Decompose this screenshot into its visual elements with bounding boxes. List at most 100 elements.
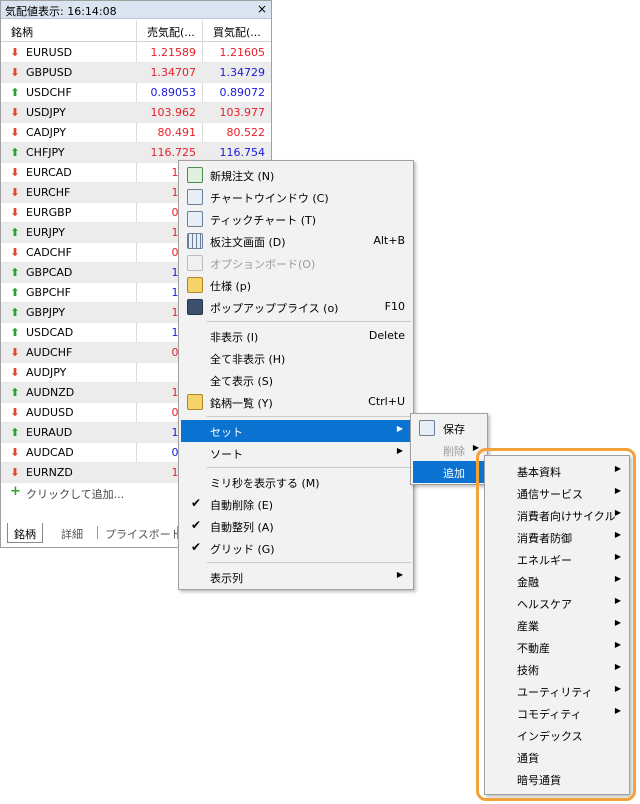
ask-price: 1.21605 bbox=[219, 46, 266, 59]
menu-item-label: 技術 bbox=[517, 664, 539, 677]
menu-item-12[interactable]: ソート ▶ bbox=[181, 442, 411, 464]
table-row[interactable]: ⬇ CADJPY 80.491 80.522 bbox=[1, 123, 271, 143]
sector-menu-item-13[interactable]: 通貨 bbox=[487, 746, 629, 768]
arrow-down-icon: ⬇ bbox=[10, 246, 20, 259]
menu-item-16[interactable]: ✔ グリッド (G) bbox=[181, 537, 411, 559]
check-icon: ✔ bbox=[191, 496, 202, 510]
menu-item-0[interactable]: 新規注文 (N) bbox=[181, 164, 411, 186]
sector-menu-item-7[interactable]: 産業 ▶ bbox=[487, 614, 629, 636]
chevron-right-icon: ▶ bbox=[614, 508, 621, 517]
menu-item-15[interactable]: ✔ 自動整列 (A) bbox=[181, 515, 411, 537]
menu-item-3[interactable]: 板注文画面 (D) Alt+B bbox=[181, 230, 411, 252]
save-menu-item[interactable]: 保存 bbox=[413, 417, 487, 439]
menu-item-label: 追加 bbox=[443, 467, 465, 480]
shortcut-label: Ctrl+U bbox=[368, 395, 405, 408]
menu-item-5[interactable]: 仕様 (p) bbox=[181, 274, 411, 296]
sector-menu-item-0[interactable]: 基本資料 ▶ bbox=[487, 460, 629, 482]
menu-item-2[interactable]: ティックチャート (T) bbox=[181, 208, 411, 230]
chevron-right-icon: ▶ bbox=[614, 464, 621, 473]
shortcut-label: F10 bbox=[384, 300, 405, 313]
arrow-down-icon: ⬇ bbox=[10, 166, 20, 179]
column-symbol[interactable]: 銘柄 bbox=[11, 24, 33, 40]
menu-item-6[interactable]: ポップアッププライス (o) F10 bbox=[181, 296, 411, 318]
sector-menu-item-14[interactable]: 暗号通貨 bbox=[487, 768, 629, 790]
menu-separator bbox=[207, 562, 411, 563]
ask-price: 103.977 bbox=[219, 106, 266, 119]
tab-symbols[interactable]: 銘柄 bbox=[7, 523, 43, 543]
sector-menu-item-3[interactable]: 消費者防御 ▶ bbox=[487, 526, 629, 548]
sector-menu-item-12[interactable]: インデックス bbox=[487, 724, 629, 746]
sector-menu-item-2[interactable]: 消費者向けサイクル ▶ bbox=[487, 504, 629, 526]
arrow-down-icon: ⬇ bbox=[10, 446, 20, 459]
sector-menu-item-1[interactable]: 通信サービス ▶ bbox=[487, 482, 629, 504]
sector-menu-item-10[interactable]: ユーティリティ ▶ bbox=[487, 680, 629, 702]
check-icon: ✔ bbox=[191, 540, 202, 554]
sector-menu-item-8[interactable]: 不動産 ▶ bbox=[487, 636, 629, 658]
sector-menu-item-4[interactable]: エネルギー ▶ bbox=[487, 548, 629, 570]
menu-item-10[interactable]: 銘柄一覧 (Y) Ctrl+U bbox=[181, 391, 411, 413]
menu-item-1[interactable]: チャートウインドウ (C) bbox=[181, 186, 411, 208]
window-title: 気配値表示: 16:14:08 bbox=[5, 5, 117, 18]
table-row[interactable]: ⬆ USDCHF 0.89053 0.89072 bbox=[1, 83, 271, 103]
table-row[interactable]: ⬇ USDJPY 103.962 103.977 bbox=[1, 103, 271, 123]
bid-price: 1.21589 bbox=[150, 46, 197, 59]
symbol-name: AUDNZD bbox=[26, 386, 75, 399]
symbol-name: EURAUD bbox=[26, 426, 73, 439]
chevron-right-icon: ▶ bbox=[614, 552, 621, 561]
menu-item-label: ミリ秒を表示する (M) bbox=[210, 477, 320, 490]
symbol-name: EURJPY bbox=[26, 226, 65, 239]
shortcut-label: Delete bbox=[368, 329, 405, 342]
sector-menu-item-9[interactable]: 技術 ▶ bbox=[487, 658, 629, 680]
menu-separator bbox=[207, 416, 411, 417]
bid-price: 0.89053 bbox=[150, 86, 197, 99]
symbol-name: EURNZD bbox=[26, 466, 73, 479]
symbol-name: AUDCAD bbox=[26, 446, 74, 459]
new-order-icon bbox=[187, 167, 203, 183]
menu-item-label: 通貨 bbox=[517, 752, 539, 765]
menu-item-9[interactable]: 全て表示 (S) bbox=[181, 369, 411, 391]
chart-window-icon bbox=[187, 189, 203, 205]
menu-item-17[interactable]: 表示列 ▶ bbox=[181, 566, 411, 588]
arrow-down-icon: ⬇ bbox=[10, 46, 20, 59]
menu-item-label: 産業 bbox=[517, 620, 539, 633]
column-ask[interactable]: 買気配(... bbox=[213, 24, 261, 40]
menu-item-label: 自動整列 (A) bbox=[210, 521, 274, 534]
tab-details[interactable]: 詳細 bbox=[55, 523, 89, 543]
arrow-up-icon: ⬆ bbox=[10, 286, 20, 299]
add-symbol-label: クリックして追加... bbox=[26, 488, 125, 501]
sector-menu-item-6[interactable]: ヘルスケア ▶ bbox=[487, 592, 629, 614]
menu-item-label: 不動産 bbox=[517, 642, 550, 655]
sector-menu-item-5[interactable]: 金融 ▶ bbox=[487, 570, 629, 592]
arrow-down-icon: ⬇ bbox=[10, 66, 20, 79]
ask-price: 80.522 bbox=[226, 126, 266, 139]
menu-item-14[interactable]: ✔ 自動削除 (E) bbox=[181, 493, 411, 515]
close-icon[interactable]: × bbox=[257, 2, 267, 16]
sector-menu-item-11[interactable]: コモディティ ▶ bbox=[487, 702, 629, 724]
add-menu-item[interactable]: 追加 bbox=[413, 461, 487, 483]
arrow-down-icon: ⬇ bbox=[10, 206, 20, 219]
menu-item-label: 全て非表示 (H) bbox=[210, 353, 286, 366]
symbol-name: CADCHF bbox=[26, 246, 72, 259]
arrow-down-icon: ⬇ bbox=[10, 466, 20, 479]
menu-item-label: 仕様 (p) bbox=[210, 280, 252, 293]
tab-price-board[interactable]: プライスボード bbox=[99, 523, 188, 543]
menu-item-7[interactable]: 非表示 (I) Delete bbox=[181, 325, 411, 347]
chevron-right-icon: ▶ bbox=[614, 574, 621, 583]
check-icon: ✔ bbox=[191, 518, 202, 532]
column-bid[interactable]: 売気配(... bbox=[147, 24, 195, 40]
menu-item-13[interactable]: ミリ秒を表示する (M) bbox=[181, 471, 411, 493]
symbols-icon bbox=[187, 394, 203, 410]
option-board-icon bbox=[187, 255, 203, 271]
chevron-right-icon: ▶ bbox=[614, 684, 621, 693]
table-row[interactable]: ⬇ EURUSD 1.21589 1.21605 bbox=[1, 43, 271, 63]
menu-item-label: チャートウインドウ (C) bbox=[210, 192, 329, 205]
menu-item-11[interactable]: セット ▶ bbox=[181, 420, 411, 442]
chevron-right-icon: ▶ bbox=[396, 570, 403, 579]
menu-item-label: 非表示 (I) bbox=[210, 331, 259, 344]
menu-item-label: 金融 bbox=[517, 576, 539, 589]
window-title-bar: 気配値表示: 16:14:08 × bbox=[1, 1, 271, 19]
menu-item-4: オプションボード(O) bbox=[181, 252, 411, 274]
menu-item-8[interactable]: 全て非表示 (H) bbox=[181, 347, 411, 369]
table-row[interactable]: ⬇ GBPUSD 1.34707 1.34729 bbox=[1, 63, 271, 83]
menu-item-label: ユーティリティ bbox=[517, 686, 593, 699]
